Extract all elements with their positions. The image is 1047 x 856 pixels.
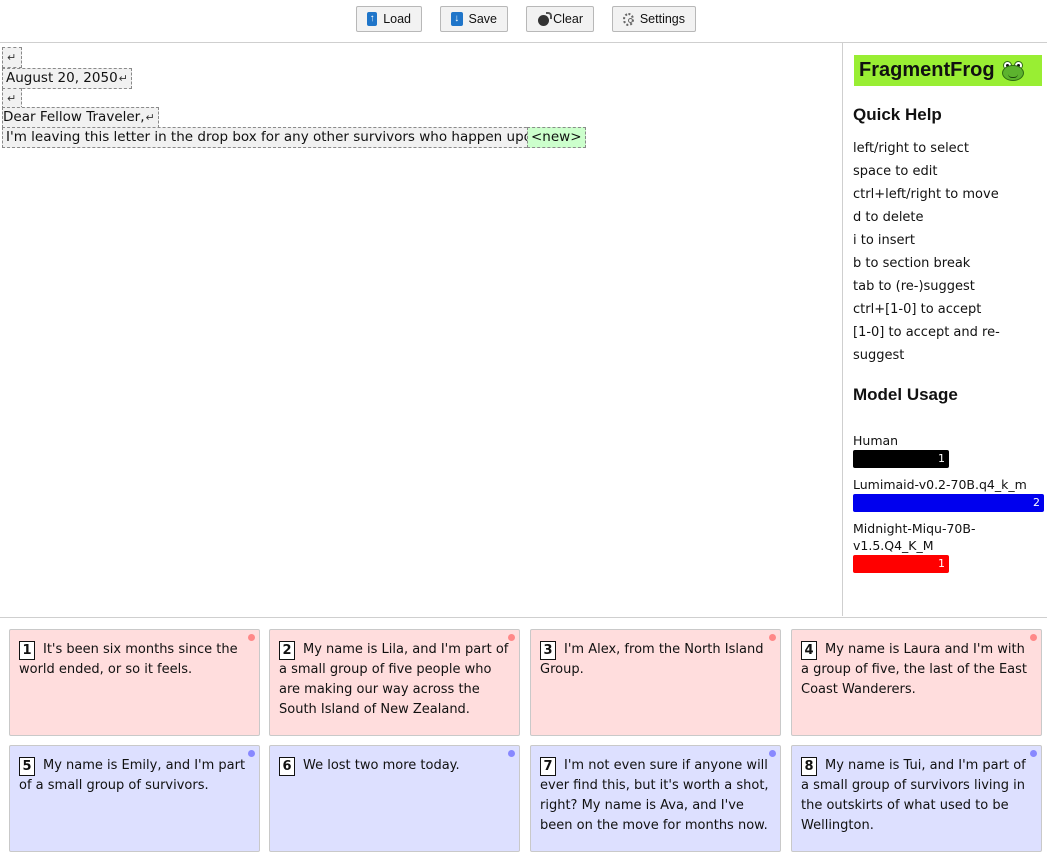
usage-bar: 1 [853, 555, 949, 573]
clear-button[interactable]: Clear [526, 6, 594, 32]
logo: FragmentFrog [854, 55, 1042, 86]
return-icon: ↵ [7, 51, 17, 64]
model-usage-midnight-miqu: Midnight-Miqu-70B-v1.5.Q4_K_M 1 [853, 520, 1003, 573]
source-dot [508, 634, 515, 641]
quick-help-list: left/right to select space to edit ctrl+… [853, 137, 1033, 367]
usage-count: 1 [938, 557, 945, 570]
suggestion-number: 6 [279, 757, 295, 776]
help-line: ctrl+left/right to move [853, 187, 999, 202]
settings-button[interactable]: Settings [612, 6, 696, 32]
fragment-date[interactable]: August 20, 2050↵ [2, 68, 132, 89]
usage-count: 2 [1033, 496, 1040, 509]
model-usage-lumimaid: Lumimaid-v0.2-70B.q4_k_m 2 [853, 476, 1044, 512]
model-usage-title: Model Usage [853, 385, 958, 404]
help-line: left/right to select [853, 141, 969, 156]
upload-arrow-icon: ↑ [367, 12, 378, 26]
bomb-icon [537, 12, 552, 26]
download-arrow-icon: ↓ [451, 12, 463, 26]
suggestion-card[interactable]: 1 It's been six months since the world en… [9, 629, 260, 736]
document-editor[interactable]: ↵ August 20, 2050↵ ↵ Dear Fellow Travele… [0, 43, 842, 616]
sidebar: FragmentFrog Quick Help left/right to se… [842, 43, 1047, 616]
save-button[interactable]: ↓ Save [440, 6, 508, 32]
model-name: Midnight-Miqu-70B-v1.5.Q4_K_M [853, 521, 976, 553]
help-line: space to edit [853, 164, 938, 179]
suggestion-card[interactable]: 7 I'm not even sure if anyone will ever f… [530, 745, 781, 852]
suggestion-number: 5 [19, 757, 35, 776]
suggestion-number: 2 [279, 641, 295, 660]
return-icon: ↵ [7, 92, 17, 105]
suggestion-text: I'm Alex, from the North Island Group. [540, 642, 764, 677]
help-line: ctrl+[1-0] to accept [853, 302, 982, 317]
return-icon: ↵ [145, 111, 155, 124]
fragment-linebreak[interactable]: ↵ [2, 47, 22, 68]
suggestion-number: 3 [540, 641, 556, 660]
suggestion-card[interactable]: 5 My name is Emily, and I'm part of a sma… [9, 745, 260, 852]
suggestion-number: 8 [801, 757, 817, 776]
source-dot [508, 750, 515, 757]
load-button[interactable]: ↑ Load [356, 6, 422, 32]
source-dot [248, 750, 255, 757]
suggestion-number: 1 [19, 641, 35, 660]
fragment-text: August 20, 2050 [6, 70, 118, 86]
source-dot [1030, 750, 1037, 757]
help-line: b to section break [853, 256, 971, 271]
source-dot [248, 634, 255, 641]
fragment-text: Dear Fellow Traveler, [3, 109, 145, 125]
model-name: Human [853, 433, 899, 448]
quick-help-title: Quick Help [853, 105, 942, 124]
fragment-new[interactable]: <new> [527, 127, 586, 148]
help-line: tab to (re-)suggest [853, 279, 975, 294]
model-usage-human: Human 1 [853, 432, 1003, 468]
fragment-greeting[interactable]: Dear Fellow Traveler,↵ [2, 107, 159, 128]
usage-count: 1 [938, 452, 945, 465]
fragment-text: <new> [531, 129, 582, 145]
fragment-linebreak[interactable]: ↵ [2, 88, 22, 109]
settings-button-label: Settings [639, 12, 685, 26]
suggestion-text: My name is Tui, and I'm part of a small … [801, 758, 1026, 833]
source-dot [769, 634, 776, 641]
suggestion-card[interactable]: 4 My name is Laura and I'm with a group o… [791, 629, 1042, 736]
fragment-text: I'm leaving this letter in the drop box … [6, 129, 559, 145]
help-line: [1-0] to accept and re- [853, 325, 1000, 340]
suggestions-panel: 1 It's been six months since the world en… [0, 617, 1047, 856]
help-line: d to delete [853, 210, 924, 225]
source-dot [1030, 634, 1037, 641]
frog-icon [1001, 60, 1025, 81]
usage-bar: 2 [853, 494, 1044, 512]
suggestion-text: We lost two more today. [303, 758, 460, 773]
help-line: i to insert [853, 233, 915, 248]
suggestion-number: 7 [540, 757, 556, 776]
toolbar: ↑ Load ↓ Save Clear Settings [0, 0, 1047, 43]
help-line: suggest [853, 348, 905, 363]
suggestion-card[interactable]: 3 I'm Alex, from the North Island Group. [530, 629, 781, 736]
return-icon: ↵ [118, 72, 128, 85]
usage-bar: 1 [853, 450, 949, 468]
suggestion-text: It's been six months since the world end… [19, 642, 238, 677]
clear-button-label: Clear [553, 12, 583, 26]
load-button-label: Load [383, 12, 411, 26]
suggestion-card[interactable]: 2 My name is Lila, and I'm part of a smal… [269, 629, 520, 736]
save-button-label: Save [468, 12, 498, 26]
model-name: Lumimaid-v0.2-70B.q4_k_m [853, 477, 1027, 492]
suggestion-card[interactable]: 8 My name is Tui, and I'm part of a small… [791, 745, 1042, 852]
logo-text: FragmentFrog [859, 59, 995, 81]
suggestion-card[interactable]: 6 We lost two more today. [269, 745, 520, 852]
suggestion-text: My name is Lila, and I'm part of a small… [279, 642, 509, 717]
suggestion-text: I'm not even sure if anyone will ever fi… [540, 758, 769, 833]
suggestion-number: 4 [801, 641, 817, 660]
source-dot [769, 750, 776, 757]
suggestion-text: My name is Emily, and I'm part of a smal… [19, 758, 246, 793]
fragment-sentence[interactable]: I'm leaving this letter in the drop box … [2, 127, 563, 148]
suggestion-text: My name is Laura and I'm with a group of… [801, 642, 1028, 697]
gear-icon [623, 12, 634, 26]
